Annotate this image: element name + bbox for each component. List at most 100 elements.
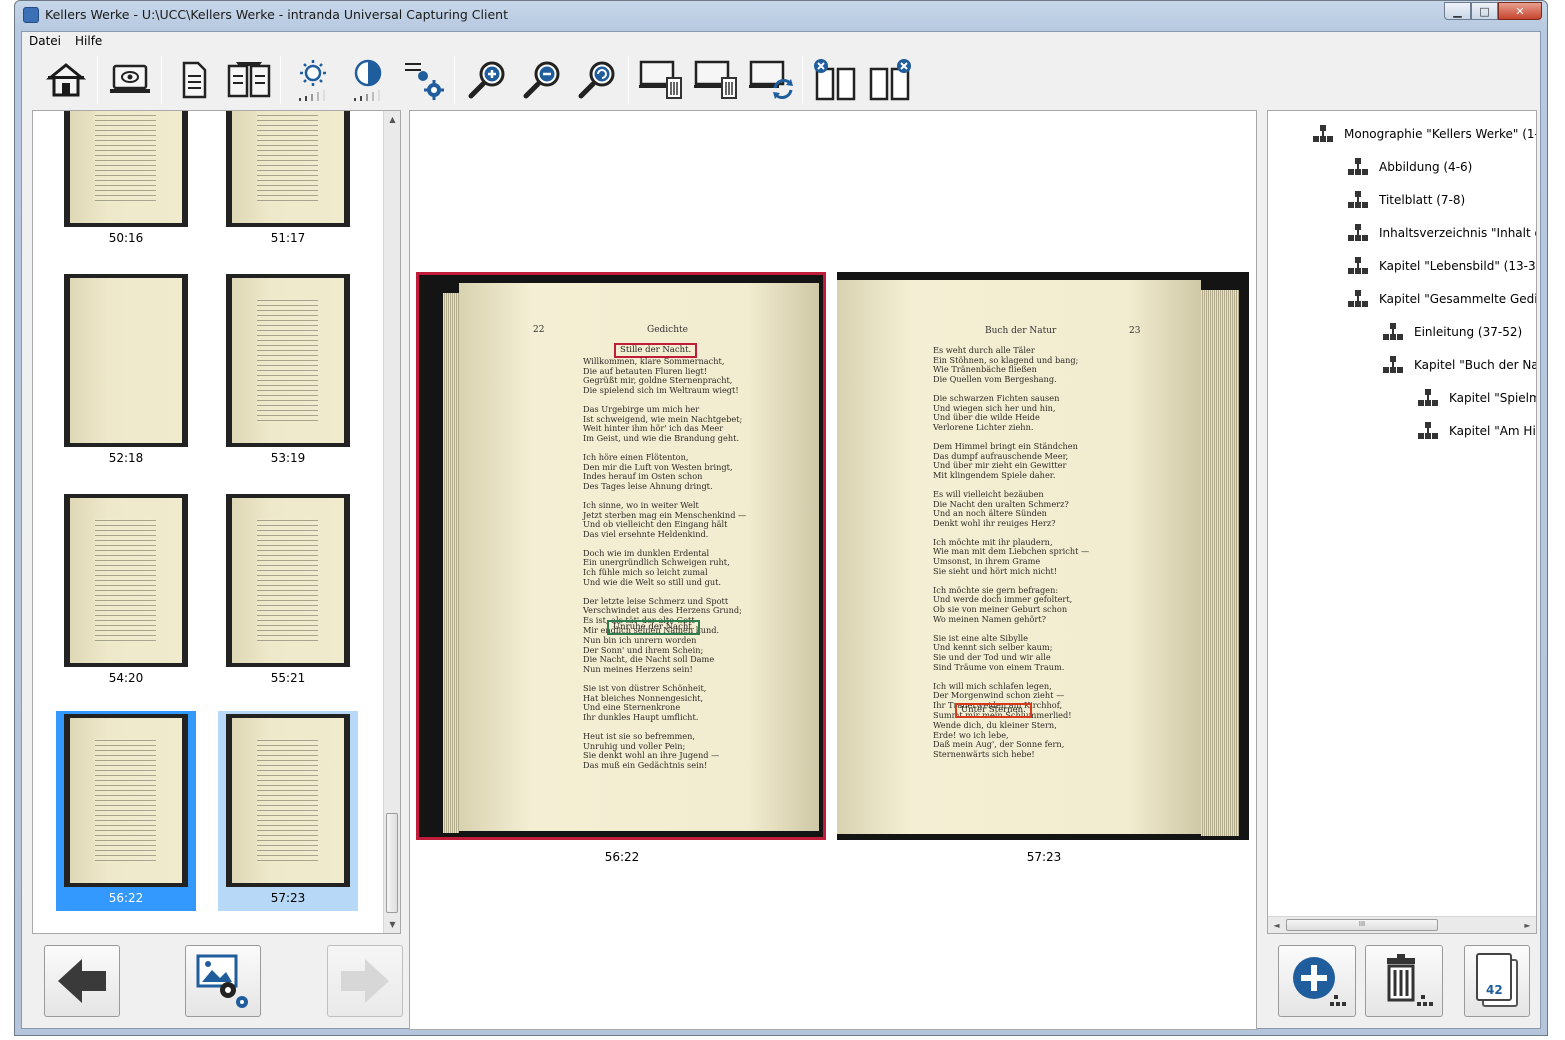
- tree-item-label: Kapitel "Am Hi: [1449, 424, 1536, 438]
- delete-page-icon: [639, 60, 682, 99]
- tree-item-abbildung[interactable]: Abbildung (4-6): [1347, 156, 1472, 178]
- app-icon: [23, 7, 39, 23]
- preview-icon: [110, 64, 150, 93]
- replace-page-button[interactable]: [745, 54, 797, 106]
- menu-datei[interactable]: Datei: [22, 32, 68, 50]
- double-page-button[interactable]: [223, 54, 275, 106]
- home-button[interactable]: [40, 54, 92, 106]
- tree-item-label: Kapitel "Spielm: [1449, 391, 1537, 405]
- tree-item-lebensbild[interactable]: Kapitel "Lebensbild" (13-34): [1347, 255, 1537, 277]
- minimize-button[interactable]: ▁: [1444, 2, 1471, 20]
- left-page-caption: 56:22: [604, 850, 640, 864]
- delete-structure-button[interactable]: [1365, 945, 1443, 1017]
- previous-button[interactable]: [44, 945, 120, 1017]
- replace-page-icon: [749, 60, 793, 99]
- thumbnail-label: 50:16: [108, 231, 144, 245]
- scrollbar-thumb[interactable]: [386, 813, 398, 913]
- page-viewer[interactable]: 22 Gedichte Stille der Nacht. Willkommen…: [409, 110, 1257, 1030]
- right-page-caption: 57:23: [1026, 850, 1062, 864]
- thumbnail-label: 53:19: [270, 451, 306, 465]
- page-text: Willkommen, klare Sommernacht, Die auf b…: [583, 356, 747, 635]
- thumbnail-54-20[interactable]: 54:20: [56, 491, 196, 691]
- contrast-button[interactable]: [342, 54, 394, 106]
- structure-scrollbar[interactable]: ◄ III ►: [1268, 916, 1536, 933]
- app-window: Kellers Werke - U:\UCC\Kellers Werke - i…: [14, 0, 1548, 1036]
- tree-item-monographie[interactable]: Monographie "Kellers Werke" (1-57): [1312, 123, 1536, 145]
- zoom-out-icon: [523, 61, 560, 99]
- thumbnail-label: 54:20: [108, 671, 144, 685]
- thumbnail-56-22[interactable]: 56:22: [56, 711, 196, 911]
- remove-right-button[interactable]: [864, 54, 916, 106]
- add-structure-icon: [1293, 957, 1346, 1006]
- add-structure-button[interactable]: [1278, 945, 1356, 1017]
- thumbnail-label: 55:21: [270, 671, 306, 685]
- thumbnail-57-23[interactable]: 57:23: [218, 711, 358, 911]
- scroll-right-icon[interactable]: ►: [1519, 917, 1536, 933]
- tree-item-label: Kapitel "Lebensbild" (13-34): [1379, 259, 1537, 273]
- scroll-left-icon[interactable]: ◄: [1268, 917, 1285, 933]
- remove-left-button[interactable]: [809, 54, 861, 106]
- close-button[interactable]: ✕: [1498, 2, 1542, 20]
- title-annotation[interactable]: Unter Sternen.: [955, 703, 1032, 718]
- page-image-left[interactable]: 22 Gedichte Stille der Nacht. Willkommen…: [416, 272, 826, 840]
- tree-item-titelblatt[interactable]: Titelblatt (7-8): [1347, 189, 1465, 211]
- pages-icon: 42: [1474, 953, 1520, 1009]
- scroll-up-icon[interactable]: ▲: [384, 111, 400, 128]
- title-bar[interactable]: Kellers Werke - U:\UCC\Kellers Werke - i…: [15, 1, 1547, 30]
- delete-structure-icon: [1387, 954, 1433, 1006]
- page-text: Es weht durch alle Täler Ein Stöhnen, so…: [933, 345, 1090, 720]
- structure-node-icon: [1418, 389, 1438, 406]
- brightness-button[interactable]: [287, 54, 339, 106]
- thumbnail-label: 57:23: [270, 891, 306, 905]
- scroll-down-icon[interactable]: ▼: [384, 916, 400, 933]
- page-count: 42: [1486, 983, 1503, 997]
- next-button[interactable]: [327, 945, 403, 1017]
- tree-item-label: Kapitel "Gesammelte Gedicht: [1379, 292, 1536, 306]
- maximize-button[interactable]: □: [1471, 2, 1498, 20]
- tree-item-spielmann[interactable]: Kapitel "Spielm: [1417, 387, 1537, 409]
- image-settings-icon: [405, 63, 444, 100]
- single-page-button[interactable]: [168, 54, 220, 106]
- structure-node-icon: [1348, 191, 1368, 208]
- scrollbar-thumb[interactable]: III: [1286, 919, 1438, 931]
- arrow-left-icon: [58, 959, 106, 1003]
- client-area: Datei Hilfe 50:16 51:17 52:18 53:19 54:2…: [21, 31, 1541, 1030]
- toolbar: [22, 51, 1540, 109]
- page-image-right[interactable]: Buch der Natur 23 Es weht durch alle Täl…: [837, 272, 1249, 840]
- thumbnail-52-18[interactable]: 52:18: [56, 271, 196, 471]
- preview-button[interactable]: [104, 54, 156, 106]
- thumbnail-50-16[interactable]: 50:16: [56, 111, 196, 251]
- zoom-reset-icon: [578, 61, 615, 99]
- delete-page-button[interactable]: [635, 54, 687, 106]
- delete-pages-button[interactable]: [690, 54, 742, 106]
- home-icon: [46, 63, 86, 97]
- tree-item-inhaltsverzeichnis[interactable]: Inhaltsverzeichnis "Inhalt des: [1347, 222, 1536, 244]
- single-page-icon: [182, 61, 207, 99]
- page-number: 22: [533, 325, 545, 335]
- pages-button[interactable]: 42: [1464, 945, 1530, 1017]
- zoom-reset-button[interactable]: [571, 54, 623, 106]
- tree-item-gesammelte-gedichte[interactable]: Kapitel "Gesammelte Gedicht: [1347, 288, 1536, 310]
- structure-node-icon: [1348, 257, 1368, 274]
- structure-node-icon: [1313, 125, 1333, 142]
- zoom-in-button[interactable]: [461, 54, 513, 106]
- tree-item-einleitung[interactable]: Einleitung (37-52): [1382, 321, 1522, 343]
- thumbnail-53-19[interactable]: 53:19: [218, 271, 358, 471]
- brightness-icon: [299, 60, 326, 101]
- zoom-out-button[interactable]: [516, 54, 568, 106]
- title-annotation[interactable]: Unruhe der Nacht.: [607, 620, 701, 635]
- thumbnail-51-17[interactable]: 51:17: [218, 111, 358, 251]
- tree-item-am-himmel[interactable]: Kapitel "Am Hi: [1417, 420, 1536, 442]
- thumbnail-scrollbar[interactable]: ▲ ▼: [383, 111, 400, 933]
- structure-node-icon: [1383, 356, 1403, 373]
- tree-item-buch-der-natur[interactable]: Kapitel "Buch der Natu: [1382, 354, 1536, 376]
- remove-right-icon: [869, 59, 911, 101]
- arrow-right-icon: [341, 959, 389, 1003]
- structure-node-icon: [1348, 224, 1368, 241]
- image-settings-big-button[interactable]: [185, 945, 261, 1017]
- menu-bar: Datei Hilfe: [22, 32, 1540, 50]
- image-settings-button[interactable]: [397, 54, 449, 106]
- thumbnail-panel: 50:16 51:17 52:18 53:19 54:20 55:21 56:2…: [32, 110, 401, 934]
- thumbnail-55-21[interactable]: 55:21: [218, 491, 358, 691]
- menu-hilfe[interactable]: Hilfe: [68, 32, 109, 50]
